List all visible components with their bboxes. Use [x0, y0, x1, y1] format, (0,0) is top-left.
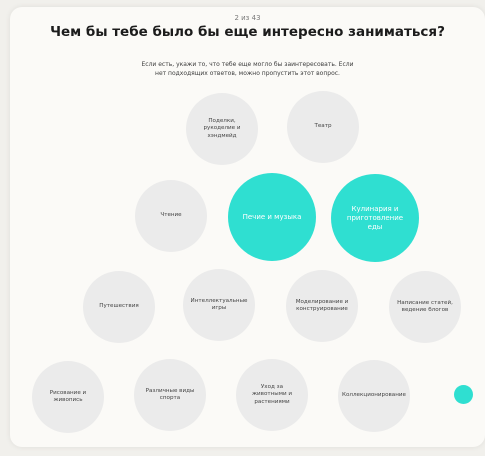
- step-counter: 2 из 43: [234, 14, 261, 22]
- question-title: Чем бы тебе было бы еще интересно занима…: [50, 24, 445, 40]
- option-reading[interactable]: Чтение: [135, 180, 207, 252]
- option-sports[interactable]: Различные виды спорта: [134, 359, 206, 431]
- option-travel[interactable]: Путешествия: [83, 271, 155, 343]
- option-cooking[interactable]: Кулинария и приготовление еды: [331, 174, 419, 262]
- question-subtitle: Если есть, укажи то, что тебе еще могло …: [141, 61, 354, 77]
- option-theatre[interactable]: Театр: [287, 91, 359, 163]
- option-games[interactable]: Интеллектуальные игры: [183, 269, 255, 341]
- question-card: 2 из 43 Чем бы тебе было бы еще интересн…: [10, 7, 485, 447]
- option-animals[interactable]: Уход за животными и растениями: [236, 359, 308, 431]
- option-baking-music[interactable]: Печие и музыка: [228, 173, 316, 261]
- more-options-dot[interactable]: [454, 385, 473, 404]
- option-collecting[interactable]: Коллекционирование: [338, 360, 410, 432]
- option-modeling[interactable]: Моделирование и конструирование: [286, 270, 358, 342]
- option-drawing[interactable]: Рисование и живопись: [32, 361, 104, 433]
- option-crafts[interactable]: Поделки, рукоделие и хэндмейд: [186, 93, 258, 165]
- option-blogging[interactable]: Написание статей, ведение блогов: [389, 271, 461, 343]
